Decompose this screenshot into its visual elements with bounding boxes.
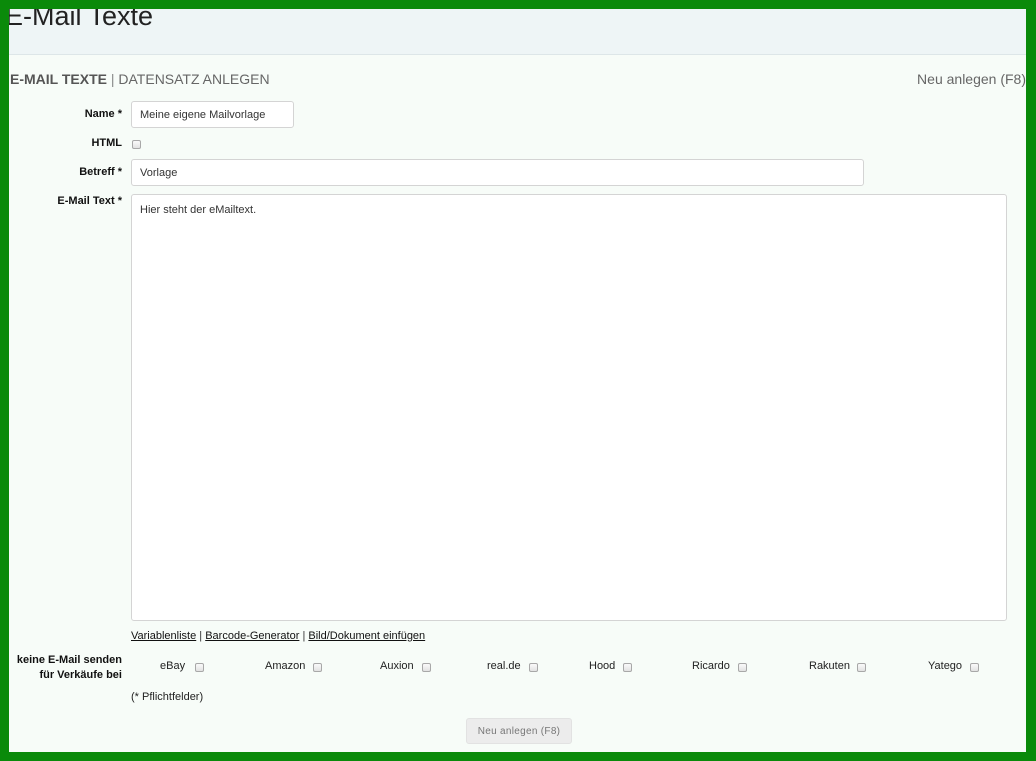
no-mail-label-line2: für Verkäufe bei xyxy=(39,669,122,681)
section-title-rest: DATENSATZ ANLEGEN xyxy=(118,71,270,87)
marketplace-checkbox-yatego[interactable] xyxy=(970,663,979,672)
section-title: E-MAIL TEXTE | DATENSATZ ANLEGEN xyxy=(10,71,270,87)
marketplace-name-auxion: Auxion xyxy=(380,660,414,672)
name-input[interactable] xyxy=(131,101,294,128)
page-header: E-Mail Texte xyxy=(9,9,1026,55)
barcode-generator-link[interactable]: Barcode-Generator xyxy=(205,630,299,642)
marketplace-name-yatego: Yatego xyxy=(928,660,963,672)
create-record-button[interactable]: Neu anlegen (F8) xyxy=(466,718,572,744)
no-mail-label: keine E-Mail senden für Verkäufe bei xyxy=(9,653,122,683)
marketplace-name-hood: Hood xyxy=(589,660,616,672)
marketplace-checkbox-amazon[interactable] xyxy=(313,663,322,672)
no-mail-label-line1: keine E-Mail senden xyxy=(16,654,122,666)
body-label: E-Mail Text * xyxy=(57,195,122,207)
marketplace-checkbox-ebay[interactable] xyxy=(195,663,204,672)
marketplace-name-amazon: Amazon xyxy=(265,660,306,672)
marketplace-name-ebay: eBay xyxy=(160,660,186,672)
subject-input[interactable] xyxy=(131,159,864,186)
helper-links: Variablenliste | Barcode-Generator | Bil… xyxy=(131,630,425,642)
new-record-link[interactable]: Neu anlegen (F8) xyxy=(917,71,1026,87)
app-frame: E-Mail Texte E-MAIL TEXTE | DATENSATZ AN… xyxy=(9,9,1026,752)
marketplace-name-ricardo: Ricardo xyxy=(692,660,730,672)
name-label: Name * xyxy=(84,108,122,120)
variables-link[interactable]: Variablenliste xyxy=(131,630,196,642)
marketplace-name-rakuten: Rakuten xyxy=(809,660,850,672)
required-fields-note: (* Pflichtfelder) xyxy=(131,691,204,703)
html-checkbox[interactable] xyxy=(132,140,141,149)
marketplace-name-real: real.de xyxy=(487,660,521,672)
link-separator: | xyxy=(199,630,203,642)
body-textarea[interactable]: Hier steht der eMailtext. xyxy=(131,194,1007,621)
marketplace-checkbox-ricardo[interactable] xyxy=(738,663,747,672)
section-title-strong: E-MAIL TEXTE xyxy=(10,71,107,87)
insert-image-link[interactable]: Bild/Dokument einfügen xyxy=(308,630,425,642)
html-label: HTML xyxy=(91,137,122,149)
marketplace-checkbox-real[interactable] xyxy=(529,663,538,672)
marketplace-checkbox-auxion[interactable] xyxy=(422,663,431,672)
section-title-separator: | xyxy=(110,71,115,87)
subject-label: Betreff * xyxy=(79,166,122,178)
page-title: E-Mail Texte xyxy=(9,9,154,31)
marketplace-checkbox-rakuten[interactable] xyxy=(857,663,866,672)
marketplace-checkbox-hood[interactable] xyxy=(623,663,632,672)
link-separator: | xyxy=(302,630,306,642)
